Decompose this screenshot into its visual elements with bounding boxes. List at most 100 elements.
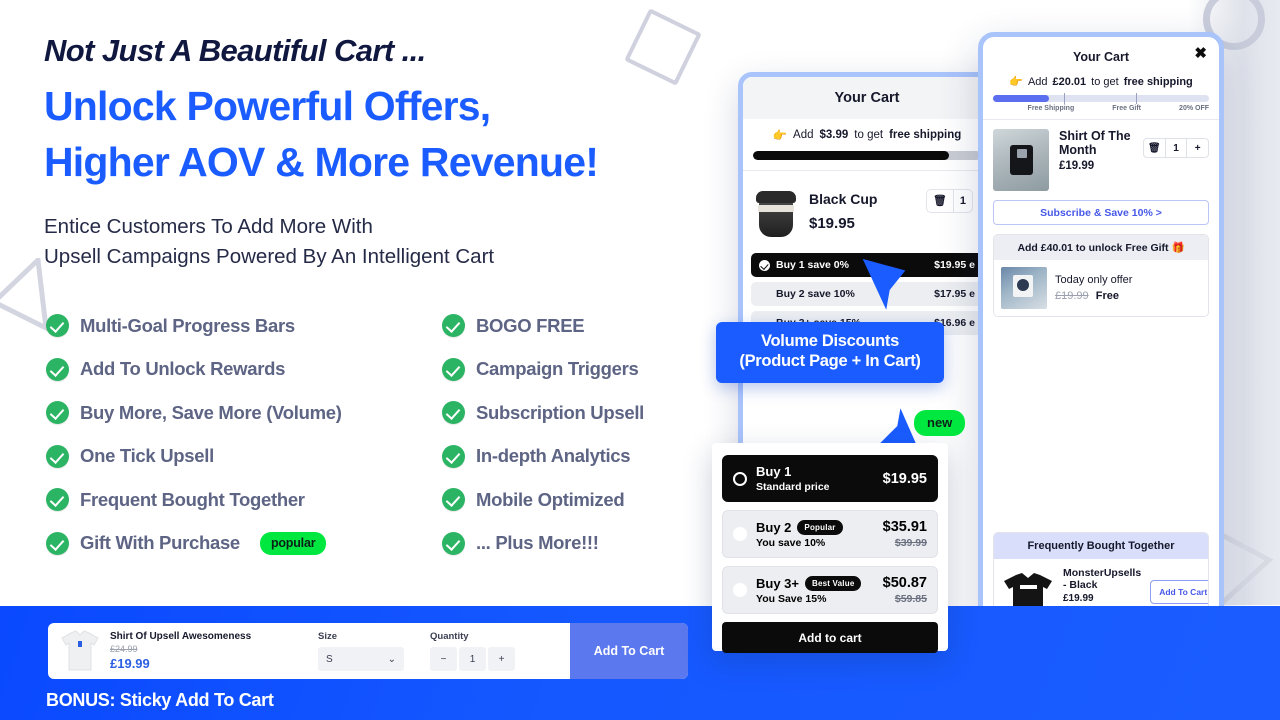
hero-eyebrow: Not Just A Beautiful Cart ... [44, 33, 426, 68]
option-price: $19.95 [882, 470, 927, 487]
feature-item: Multi-Goal Progress Bars [46, 314, 442, 337]
decrement-button[interactable]: − [430, 647, 457, 671]
cart-line-item: Shirt Of The Month £19.99 🗑 1 + [983, 120, 1219, 191]
size-select[interactable]: S ⌄ [318, 647, 404, 671]
size-field: Size S ⌄ [318, 631, 404, 671]
cart-header: Your Cart ✖ [983, 43, 1219, 71]
milestone-label: 20% OFF [1179, 105, 1209, 112]
feature-label: ... Plus More!!! [476, 532, 599, 553]
check-circle-icon [442, 314, 465, 337]
feature-label: One Tick Upsell [80, 445, 214, 466]
feature-item: BOGO FREE [442, 314, 706, 337]
product-name: Shirt Of The Month [1059, 129, 1131, 157]
selected-check-icon [759, 259, 770, 271]
gift-title: Today only offer [1055, 274, 1133, 286]
volume-discounts-callout: Volume Discounts (Product Page + In Cart… [716, 322, 944, 383]
option-subtitle: Standard price [756, 481, 830, 493]
feature-item: Subscription Upsell [442, 401, 706, 424]
sticky-product-name: Shirt Of Upsell Awesomeness [110, 631, 252, 642]
feature-item: Campaign Triggers [442, 357, 706, 381]
feature-label: In-depth Analytics [476, 445, 631, 466]
plus-icon[interactable]: + [1187, 143, 1208, 154]
cart-title: Your Cart [743, 77, 991, 119]
goal-prefix: Add [793, 129, 814, 141]
quantity-value: 1 [459, 647, 486, 671]
tier-label: Buy 1 save 0% [776, 259, 849, 271]
feature-item: Add To Unlock Rewards [46, 357, 442, 381]
tier-price: $19.95 e [934, 259, 975, 271]
feature-label: Mobile Optimized [476, 488, 625, 510]
subheading-line-2: Upsell Campaigns Powered By An Intellige… [44, 245, 495, 269]
goal-amount: £20.01 [1052, 75, 1087, 88]
radio-icon[interactable] [733, 527, 747, 541]
headline-line-1: Unlock Powerful Offers, [44, 83, 491, 130]
tier-label: Buy 2 save 10% [776, 288, 855, 300]
radio-icon[interactable] [733, 471, 747, 486]
check-circle-icon [46, 531, 69, 555]
subheading-line-1: Entice Customers To Add More With [44, 215, 373, 239]
feature-item: One Tick Upsell [46, 444, 442, 468]
product-image-black-cup [753, 183, 799, 239]
feature-label: Frequent Bought Together [80, 488, 305, 510]
fbt-add-to-cart-button[interactable]: Add To Cart [1150, 579, 1208, 604]
check-circle-icon [46, 488, 69, 511]
option-strike-price: $59.85 [894, 593, 927, 605]
sticky-new-price: £19.99 [110, 656, 150, 671]
quantity-stepper[interactable]: 🗑 1 + [1143, 138, 1209, 158]
fbt-header: Frequently Bought Together [994, 533, 1208, 559]
sticky-add-to-cart-button[interactable]: Add To Cart [570, 623, 688, 679]
callout-line-2: (Product Page + In Cart) [739, 352, 921, 371]
product-price: $19.95 [809, 214, 855, 232]
volume-option[interactable]: Buy 2 Popular You save 10% $35.91 $39.99 [722, 510, 938, 558]
add-to-cart-button[interactable]: Add to cart [722, 622, 938, 653]
check-circle-icon [442, 444, 465, 468]
check-circle-icon [442, 401, 465, 424]
sticky-product-image [60, 630, 100, 672]
sticky-old-price: £24.99 [110, 644, 138, 654]
gift-product-image [1001, 267, 1047, 309]
cart-drawer-mobile: Your Cart ✖ 👉 Add £20.01 to get free shi… [978, 32, 1224, 670]
free-gift-offer: Add £40.01 to unlock Free Gift 🎁 Today o… [993, 234, 1209, 317]
quantity-label: Quantity [430, 631, 469, 642]
quantity-value: 1 [959, 194, 966, 207]
quantity-field: Quantity − 1 + [430, 631, 515, 671]
feature-item: In-depth Analytics [442, 444, 706, 468]
feature-list: Multi-Goal Progress Bars BOGO FREE Add T… [46, 314, 706, 555]
check-circle-icon [46, 314, 69, 337]
subscribe-and-save-button[interactable]: Subscribe & Save 10% > [993, 200, 1209, 225]
quantity-value: 1 [1173, 142, 1179, 154]
volume-option[interactable]: Buy 1 Standard price $19.95 [722, 455, 938, 502]
quantity-stepper[interactable]: − 1 + [430, 647, 515, 671]
increment-button[interactable]: + [488, 647, 515, 671]
check-circle-icon [442, 531, 465, 555]
option-tag: Best Value [805, 575, 862, 591]
pointing-hand-icon: 👉 [1009, 76, 1023, 88]
sticky-add-to-cart-bar: Shirt Of Upsell Awesomeness £24.99 £19.9… [48, 623, 688, 679]
check-circle-icon [442, 488, 465, 511]
goal-mid: to get [854, 129, 884, 141]
tier-price: $17.95 e [934, 288, 975, 300]
option-title: Buy 1 [756, 464, 792, 479]
cart-title: Your Cart [1072, 50, 1130, 64]
quantity-stepper[interactable]: 🗑 1 [925, 188, 973, 213]
free-shipping-goal: 👉 Add £20.01 to get free shipping [983, 75, 1219, 89]
radio-icon[interactable] [733, 583, 747, 597]
goal-suffix: free shipping [889, 129, 962, 141]
volume-discount-widget: Buy 1 Standard price $19.95 Buy 2 Popula… [712, 443, 948, 653]
option-price: $35.91 [882, 519, 927, 535]
feature-item: ... Plus More!!! [442, 531, 706, 555]
gift-old-price: £19.99 [1055, 290, 1089, 302]
option-title: Buy 2 [756, 519, 792, 535]
option-subtitle: You Save 15% [756, 592, 827, 605]
promo-banner: Not Just A Beautiful Cart ... Unlock Pow… [0, 0, 1280, 720]
feature-label: Add To Unlock Rewards [80, 358, 286, 379]
trash-icon[interactable]: 🗑 [1144, 143, 1165, 154]
volume-option[interactable]: Buy 3+ Best Value You Save 15% $50.87 $5… [722, 566, 938, 614]
feature-item: Gift With Purchase popular [46, 531, 442, 555]
product-image-shirt-of-the-month [993, 129, 1049, 191]
close-icon[interactable]: ✖ [1194, 46, 1207, 61]
trash-icon[interactable]: 🗑 [927, 194, 953, 207]
bonus-label: BONUS: Sticky Add To Cart [46, 690, 274, 710]
feature-item: Buy More, Save More (Volume) [46, 401, 442, 424]
milestone-label: Free Shipping [1027, 105, 1075, 112]
